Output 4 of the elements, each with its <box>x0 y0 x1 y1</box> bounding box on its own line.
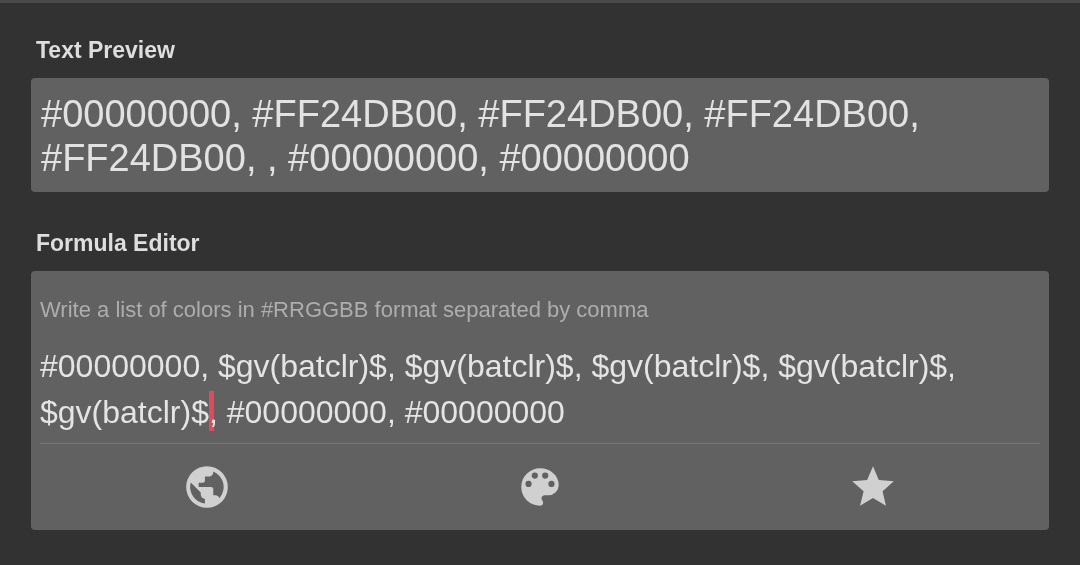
section-label: Text Preview <box>36 37 175 64</box>
section-label: Formula Editor <box>36 230 200 257</box>
text-preview: #00000000, #FF24DB00, #FF24DB00, #FF24DB00, #FF24DB00, , #00000000, #00000000 <box>31 78 1049 192</box>
field-hint: Write a list of colors in #RRGGBB format separated by comma <box>40 297 649 323</box>
